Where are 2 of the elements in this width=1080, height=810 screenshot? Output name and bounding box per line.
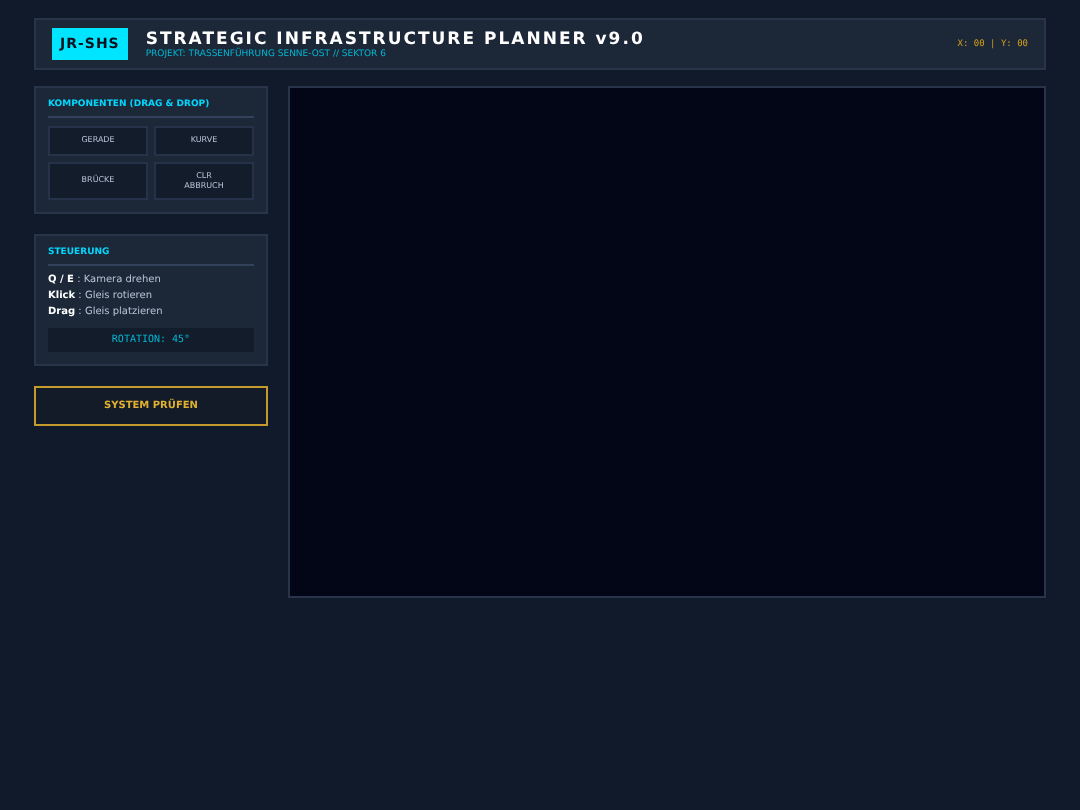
planning-canvas[interactable] [288,86,1046,598]
app-title: STRATEGIC INFRASTRUCTURE PLANNER v9.0 [145,29,647,49]
